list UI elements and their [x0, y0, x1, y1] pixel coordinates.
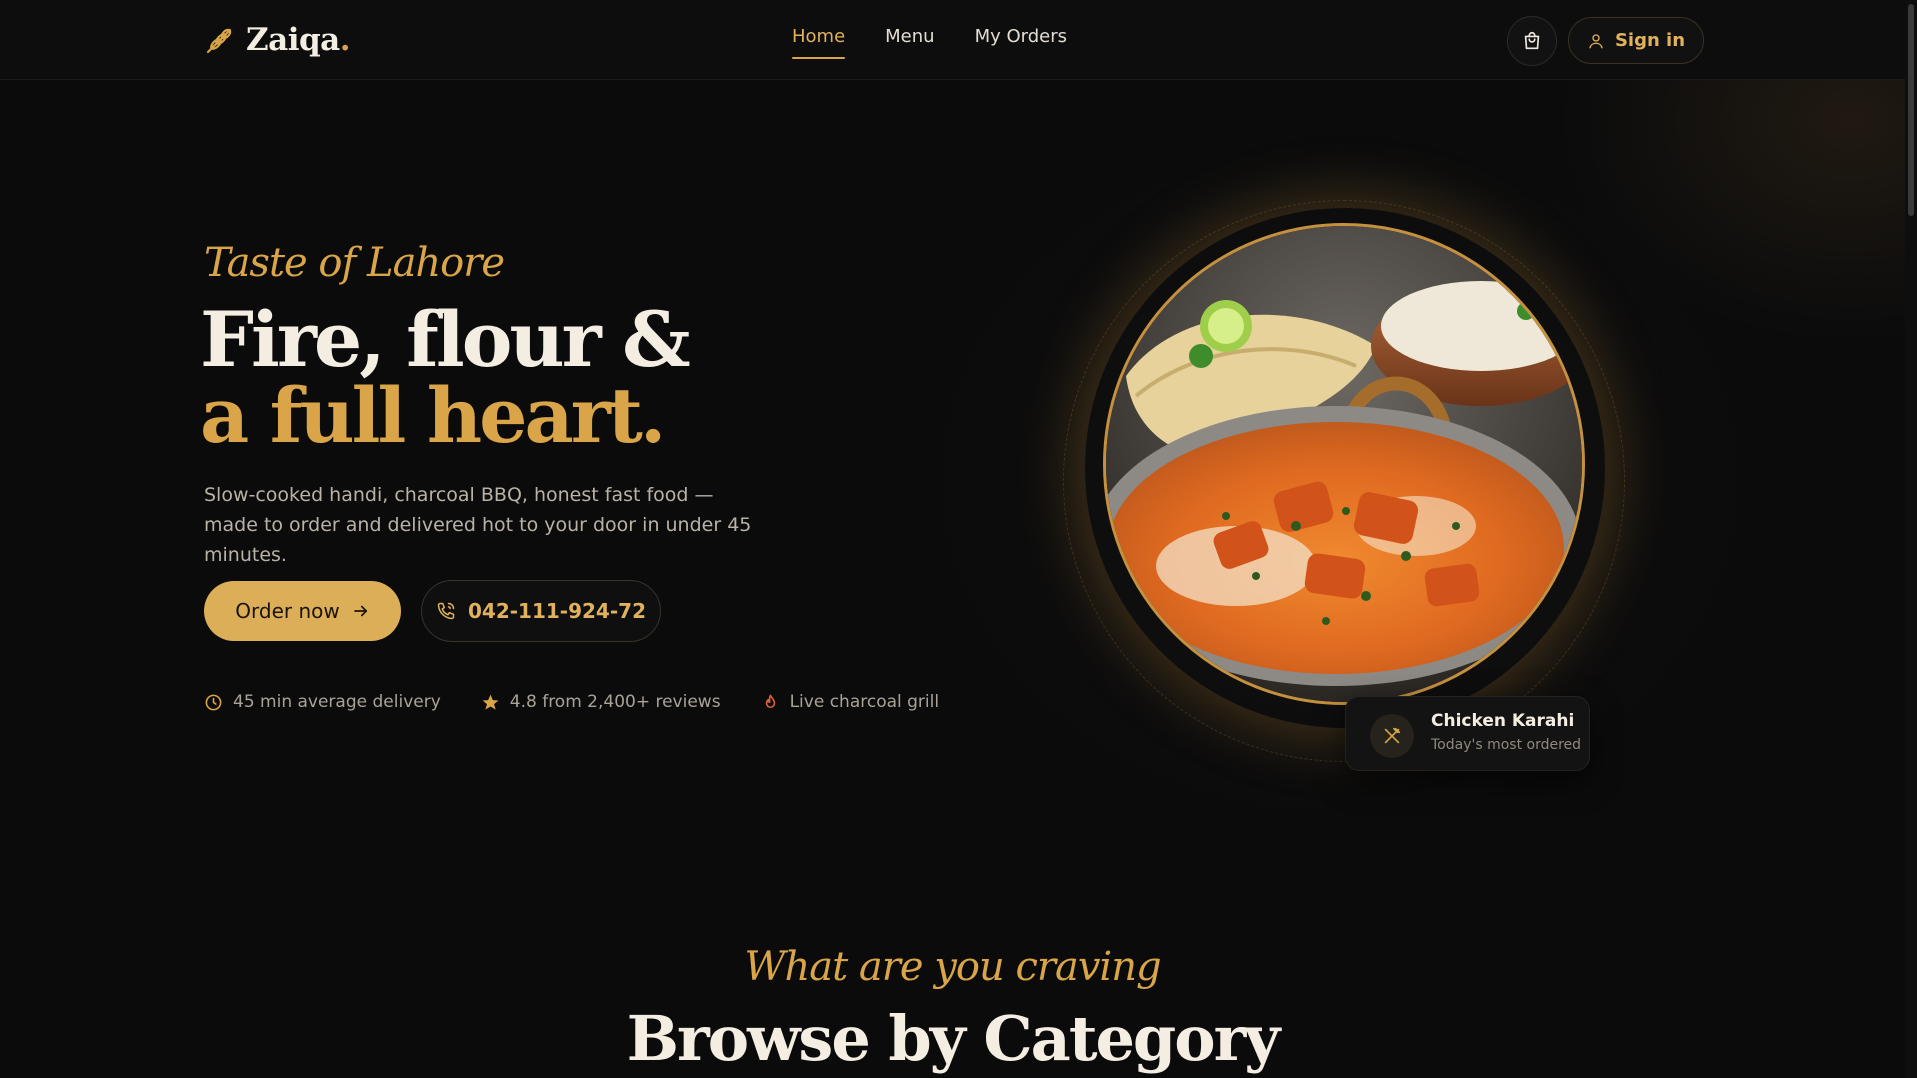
order-now-label: Order now: [235, 599, 340, 623]
phone-icon: [437, 602, 455, 620]
user-icon: [1589, 33, 1603, 48]
nav-item-my-orders[interactable]: My Orders: [975, 26, 1067, 59]
stat-grill: Live charcoal grill: [761, 692, 940, 712]
stat-rating: 4.8 from 2,400+ reviews: [481, 692, 721, 712]
brand-dot: .: [339, 22, 351, 58]
stat-grill-text: Live charcoal grill: [789, 692, 940, 712]
cart-button[interactable]: [1507, 16, 1557, 66]
hero-stats: 45 min average delivery 4.8 from 2,400+ …: [204, 692, 939, 712]
phone-number: 042-111-924-72: [468, 599, 646, 623]
star-icon: [482, 694, 499, 710]
sign-in-button[interactable]: Sign in: [1568, 17, 1704, 64]
stat-delivery-text: 45 min average delivery: [233, 692, 441, 712]
hero-description: Slow-cooked handi, charcoal BBQ, honest …: [204, 484, 752, 566]
page: Zaiqa. Home Menu My Orders Sign in Taste…: [0, 0, 1917, 1078]
arrow-right-icon: [353, 605, 367, 617]
sign-in-label: Sign in: [1614, 30, 1686, 51]
brand-name: Zaiqa: [246, 22, 340, 58]
site-header: Zaiqa. Home Menu My Orders Sign in: [0, 0, 1905, 80]
main-nav: Home Menu My Orders: [792, 26, 1067, 59]
brand-logo[interactable]: Zaiqa.: [204, 20, 351, 60]
shopping-bag-icon: [1524, 31, 1540, 50]
featured-dish-card[interactable]: Chicken Karahi Today's most ordered: [1345, 696, 1590, 771]
featured-dish-icon-wrap: [1370, 714, 1414, 758]
clock-icon: [205, 694, 222, 710]
wheat-icon: [206, 28, 232, 54]
category-eyebrow: What are you craving: [744, 944, 1161, 990]
category-section-title: Browse by Category: [626, 1002, 1281, 1075]
featured-dish-subtitle: Today's most ordered: [1431, 737, 1582, 753]
featured-dish-image: [1103, 223, 1585, 705]
chicken-karahi-illustration: [1106, 226, 1582, 702]
nav-item-menu[interactable]: Menu: [885, 26, 934, 59]
utensils-icon: [1384, 727, 1401, 744]
featured-dish-name: Chicken Karahi: [1431, 711, 1575, 731]
hero-headline: Fire, flour & a full heart.: [200, 295, 691, 460]
nav-item-home[interactable]: Home: [792, 26, 846, 59]
hero-headline-line1: Fire, flour &: [200, 295, 691, 384]
order-now-button[interactable]: Order now: [204, 581, 401, 641]
flame-icon: [765, 694, 775, 708]
stat-delivery: 45 min average delivery: [204, 692, 441, 712]
scrollbar-thumb[interactable]: [1908, 4, 1914, 216]
hero-headline-line2: a full heart.: [200, 371, 666, 460]
hero-eyebrow: Taste of Lahore: [204, 240, 505, 286]
stat-rating-text: 4.8 from 2,400+ reviews: [509, 692, 721, 712]
call-phone-button[interactable]: 042-111-924-72: [421, 580, 661, 642]
